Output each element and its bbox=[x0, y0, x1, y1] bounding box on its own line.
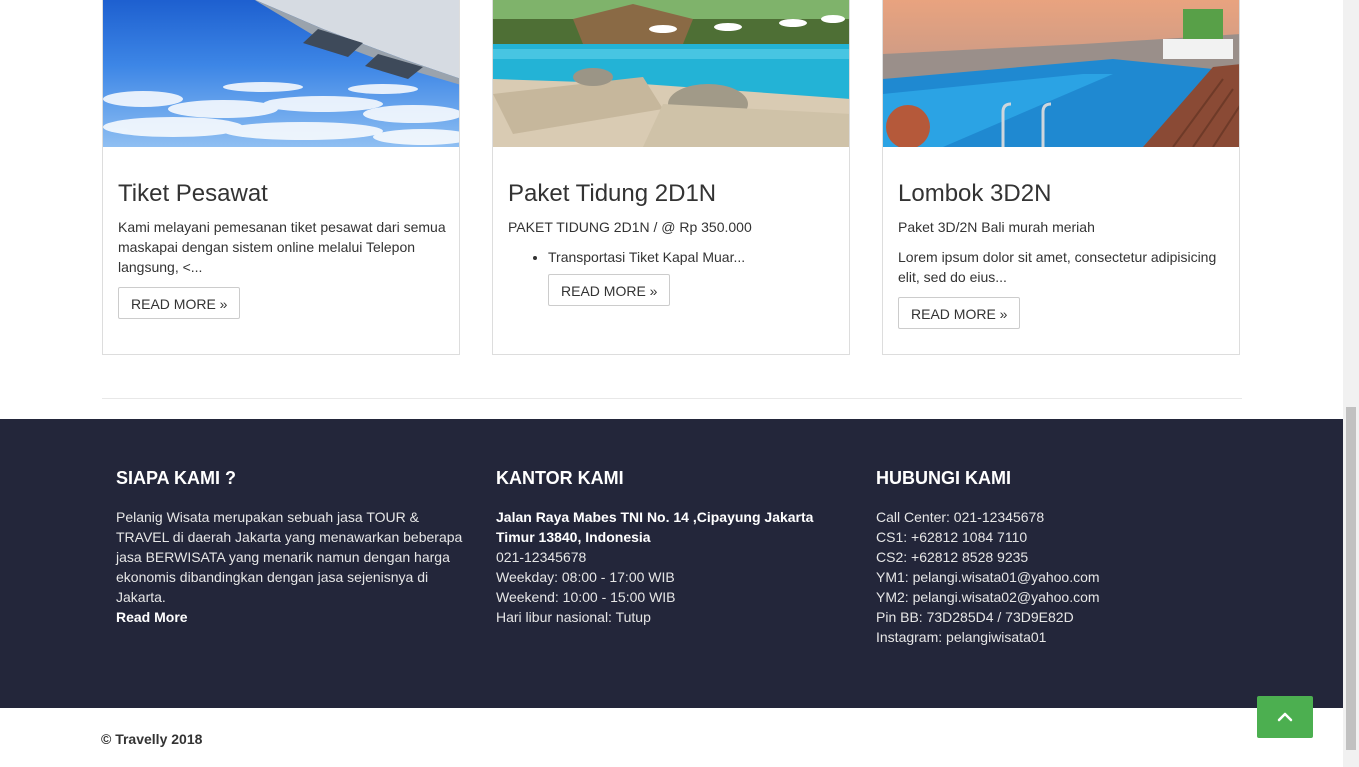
read-more-button[interactable]: READ MORE » bbox=[898, 297, 1021, 329]
card-title[interactable]: Paket Tidung 2D1N bbox=[508, 180, 716, 208]
footer-about-text: Pelanig Wisata merupakan sebuah jasa TOU… bbox=[116, 509, 463, 605]
card-excerpt-text: Paket 3D/2N Bali murah meriah bbox=[898, 219, 1095, 235]
card-image-infinity-pool[interactable] bbox=[883, 0, 1239, 147]
card-image-pool-resort[interactable] bbox=[493, 0, 849, 147]
scrollbar-thumb[interactable] bbox=[1346, 407, 1356, 750]
card-excerpt-text-2: Lorem ipsum dolor sit amet, consectetur … bbox=[898, 249, 1217, 285]
contact-pin-bb: Pin BB: 73D285D4 / 73D9E82D bbox=[876, 609, 1074, 625]
card-excerpt: PAKET TIDUNG 2D1N / @ Rp 350.000 Transpo… bbox=[508, 217, 838, 306]
read-more-link[interactable]: Read More bbox=[116, 607, 466, 627]
read-more-button[interactable]: READ MORE » bbox=[118, 287, 241, 319]
contact-ym2: YM2: pelangi.wisata02@yahoo.com bbox=[876, 589, 1100, 605]
contact-cs1: CS1: +62812 1084 7110 bbox=[876, 529, 1028, 545]
package-card-paket-tidung: Paket Tidung 2D1N PAKET TIDUNG 2D1N / @ … bbox=[492, 0, 850, 355]
card-image-airplane-wing[interactable] bbox=[103, 0, 459, 147]
office-address: Jalan Raya Mabes TNI No. 14 ,Cipayung Ja… bbox=[496, 509, 814, 545]
contact-instagram: Instagram: pelangiwisata01 bbox=[876, 629, 1047, 645]
card-excerpt: Kami melayani pemesanan tiket pesawat da… bbox=[118, 217, 448, 319]
card-bullet-list: Transportasi Tiket Kapal Muar... bbox=[508, 247, 838, 267]
contact-ym1: YM1: pelangi.wisata01@yahoo.com bbox=[876, 569, 1100, 585]
footer-about: SIAPA KAMI ? Pelanig Wisata merupakan se… bbox=[116, 469, 466, 627]
read-more-button[interactable]: READ MORE » bbox=[548, 274, 671, 306]
bottom-bar: © Travelly 2018 bbox=[0, 708, 1343, 767]
office-hours-weekend: Weekend: 10:00 - 15:00 WIB bbox=[496, 589, 676, 605]
footer-heading: HUBUNGI KAMI bbox=[876, 468, 1011, 488]
office-hours-holiday: Hari libur nasional: Tutup bbox=[496, 609, 651, 625]
site-footer: SIAPA KAMI ? Pelanig Wisata merupakan se… bbox=[0, 419, 1343, 708]
office-hours-weekday: Weekday: 08:00 - 17:00 WIB bbox=[496, 569, 675, 585]
page: Tiket Pesawat Kami melayani pemesanan ti… bbox=[0, 0, 1343, 767]
section-divider bbox=[102, 398, 1242, 399]
footer-contact: HUBUNGI KAMI Call Center: 021-12345678 C… bbox=[876, 469, 1226, 647]
footer-heading: SIAPA KAMI ? bbox=[116, 468, 236, 488]
package-card-lombok: Lombok 3D2N Paket 3D/2N Bali murah meria… bbox=[882, 0, 1240, 355]
contact-cs2: CS2: +62812 8528 9235 bbox=[876, 549, 1029, 565]
back-to-top-button[interactable] bbox=[1257, 696, 1313, 738]
card-excerpt: Paket 3D/2N Bali murah meriah Lorem ipsu… bbox=[898, 217, 1228, 329]
footer-office: KANTOR KAMI Jalan Raya Mabes TNI No. 14 … bbox=[496, 469, 846, 627]
card-title[interactable]: Lombok 3D2N bbox=[898, 180, 1051, 208]
card-excerpt-text: Kami melayani pemesanan tiket pesawat da… bbox=[118, 219, 446, 275]
copyright-text: © Travelly 2018 bbox=[101, 731, 203, 747]
footer-heading: KANTOR KAMI bbox=[496, 468, 624, 488]
list-item: Transportasi Tiket Kapal Muar... bbox=[548, 247, 838, 267]
chevron-up-icon bbox=[1277, 712, 1293, 722]
office-phone: 021-12345678 bbox=[496, 549, 587, 565]
package-card-tiket-pesawat: Tiket Pesawat Kami melayani pemesanan ti… bbox=[102, 0, 460, 355]
contact-call-center: Call Center: 021-12345678 bbox=[876, 509, 1045, 525]
card-excerpt-text: PAKET TIDUNG 2D1N / @ Rp 350.000 bbox=[508, 219, 752, 235]
card-title[interactable]: Tiket Pesawat bbox=[118, 180, 268, 208]
